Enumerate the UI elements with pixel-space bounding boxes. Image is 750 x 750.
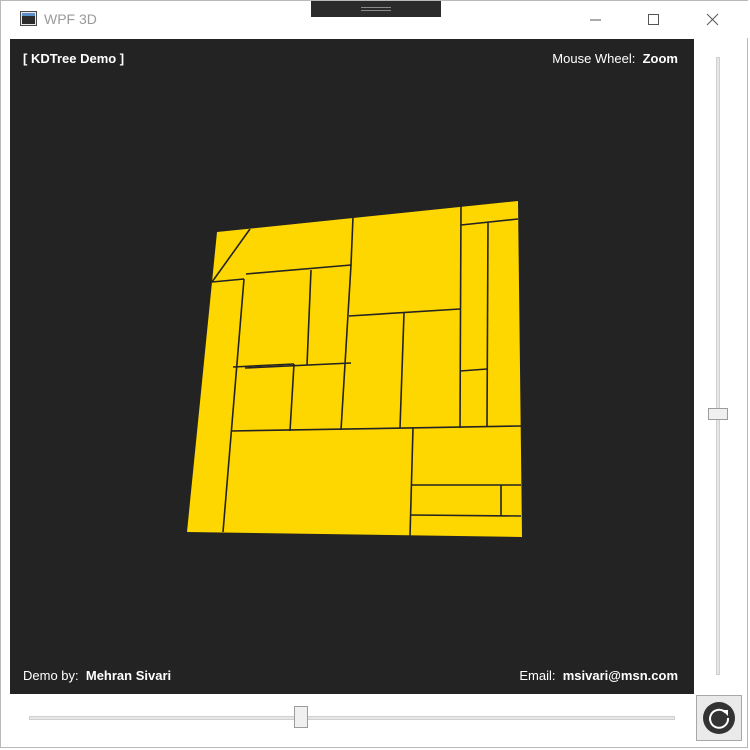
zoom-hint-value: Zoom <box>642 51 678 66</box>
vertical-rotation-slider[interactable] <box>706 57 730 679</box>
window-title: WPF 3D <box>44 11 97 27</box>
horizontal-slider-track[interactable] <box>29 716 675 720</box>
vertical-slider-track[interactable] <box>716 57 720 675</box>
demo-title: [ KDTree Demo ] <box>23 51 125 66</box>
maximize-button[interactable] <box>630 5 676 35</box>
minimize-button[interactable] <box>572 5 618 35</box>
title-bar[interactable]: WPF 3D <box>1 1 749 38</box>
maximize-icon <box>648 14 659 25</box>
refresh-icon <box>709 708 730 729</box>
reset-button-circle <box>703 702 735 734</box>
reset-view-button[interactable] <box>696 695 742 741</box>
email-address: msivari@msn.com <box>562 668 678 683</box>
kdtree-mesh <box>187 201 522 537</box>
contact-email: Email: msivari@msn.com <box>519 668 678 683</box>
minimize-icon <box>590 19 601 21</box>
author-label: Demo by: <box>23 668 79 683</box>
email-label: Email: <box>519 668 556 683</box>
zoom-hint-label: Mouse Wheel: <box>552 51 636 66</box>
bottom-bar <box>10 694 694 742</box>
author-name: Mehran Sivari <box>85 668 172 683</box>
vertical-slider-thumb[interactable] <box>708 408 728 420</box>
author-credit: Demo by: Mehran Sivari <box>23 668 171 683</box>
zoom-hint: Mouse Wheel: Zoom <box>552 51 678 66</box>
app-window: WPF 3D [KDTree Demo] Mouse Wheel: Zoom… <box>0 0 749 748</box>
close-icon <box>706 13 719 26</box>
horizontal-slider-thumb[interactable] <box>294 706 308 728</box>
3d-viewport[interactable]: [ KDTree Demo ] Mouse Wheel: Zoom Demo b… <box>10 39 694 694</box>
drag-handle[interactable] <box>311 1 441 17</box>
app-icon <box>20 11 37 26</box>
close-button[interactable] <box>689 5 735 35</box>
